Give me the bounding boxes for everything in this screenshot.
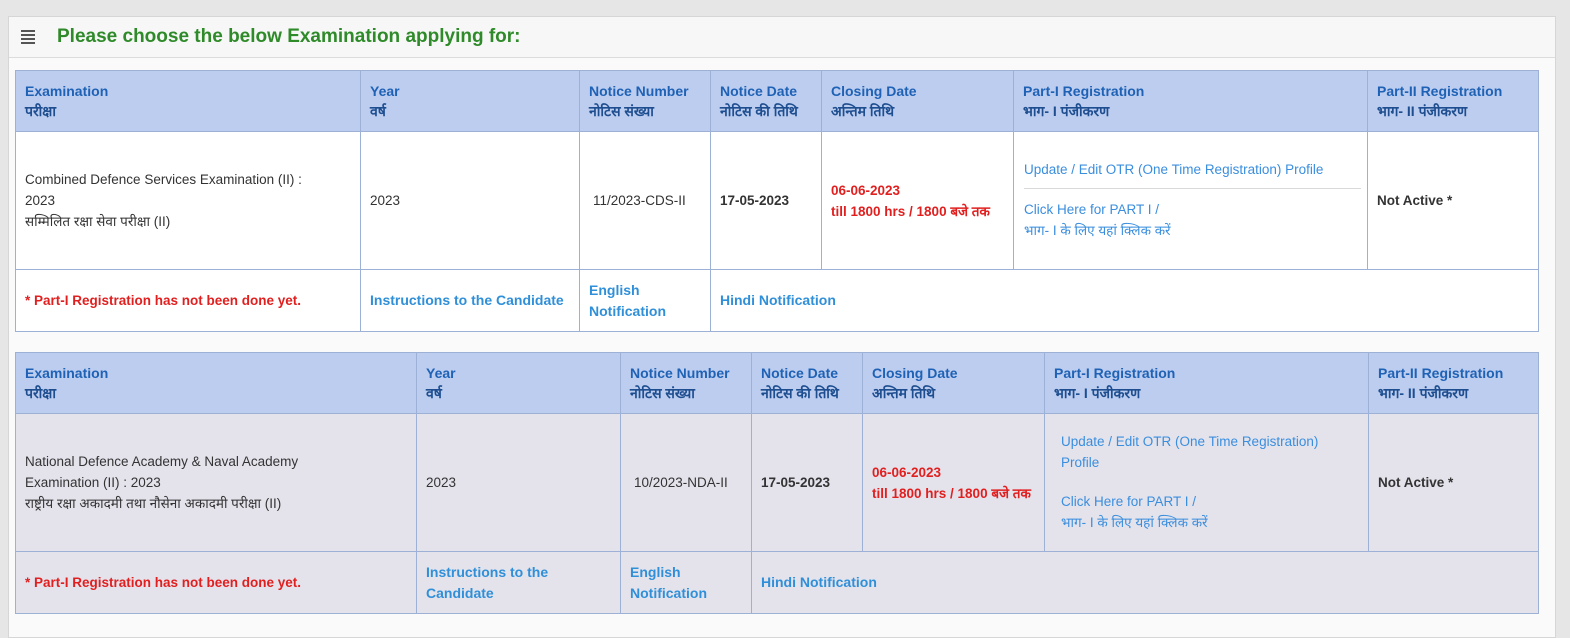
col-notice-date: Notice Date नोटिस की तिथि xyxy=(751,352,863,414)
table-row: National Defence Academy & Naval Academy… xyxy=(15,413,1539,552)
notice-date-cell: 17-05-2023 xyxy=(751,413,863,552)
panel-header: Please choose the below Examination appl… xyxy=(9,17,1555,58)
col-part2-registration: Part-II Registration भाग- II पंजीकरण xyxy=(1367,70,1539,132)
part1-registration-cell: Update / Edit OTR (One Time Registration… xyxy=(1013,131,1368,270)
notice-number-cell: 11/2023-CDS-II xyxy=(579,131,711,270)
part1-click-link-hi[interactable]: भाग- I के लिए यहां क्लिक करें xyxy=(1024,220,1361,241)
update-otr-link[interactable]: Update / Edit OTR (One Time Registration… xyxy=(1061,431,1328,473)
table-header-row: Examination परीक्षा Year वर्ष Notice Numbe… xyxy=(15,70,1539,132)
year-cell: 2023 xyxy=(360,131,580,270)
hindi-notification-cell: Hindi Notification xyxy=(751,551,1539,614)
registration-warning: * Part-I Registration has not been done … xyxy=(15,269,361,332)
instructions-link[interactable]: Instructions to the Candidate xyxy=(370,292,564,308)
english-notification-cell: English Notification xyxy=(579,269,711,332)
col-notice-number: Notice Number नोटिस संख्या xyxy=(620,352,752,414)
exam-name-cell: Combined Defence Services Examination (I… xyxy=(15,131,361,270)
closing-date-cell: 06-06-2023 till 1800 hrs / 1800 बजे तक xyxy=(821,131,1014,270)
part1-click-link[interactable]: Click Here for PART I / xyxy=(1024,199,1361,220)
hindi-notification-cell: Hindi Notification xyxy=(710,269,1539,332)
instructions-link[interactable]: Instructions to the Candidate xyxy=(426,564,548,601)
exam-table-nda: Examination परीक्षा Year वर्ष Notice Numbe… xyxy=(15,352,1539,614)
col-notice-date: Notice Date नोटिस की तिथि xyxy=(710,70,822,132)
col-part2-registration: Part-II Registration भाग- II पंजीकरण xyxy=(1368,352,1539,414)
instructions-cell: Instructions to the Candidate xyxy=(360,269,580,332)
hamburger-menu-icon[interactable] xyxy=(21,30,35,44)
part1-click-link-hi[interactable]: भाग- I के लिए यहां क्लिक करें xyxy=(1061,512,1328,533)
english-notification-cell: English Notification xyxy=(620,551,752,614)
instructions-cell: Instructions to the Candidate xyxy=(416,551,621,614)
table-row: Combined Defence Services Examination (I… xyxy=(15,131,1539,270)
exam-table-cds: Examination परीक्षा Year वर्ष Notice Numbe… xyxy=(15,70,1539,332)
col-examination: Examination परीक्षा xyxy=(15,70,361,132)
table-header-row: Examination परीक्षा Year वर्ष Notice Numbe… xyxy=(15,352,1539,414)
exam-name-cell: National Defence Academy & Naval Academy… xyxy=(15,413,417,552)
divider xyxy=(1024,187,1361,189)
notice-date-cell: 17-05-2023 xyxy=(710,131,822,270)
part1-click-link[interactable]: Click Here for PART I / xyxy=(1061,491,1328,512)
col-closing-date: Closing Date अन्तिम तिथि xyxy=(821,70,1014,132)
col-examination: Examination परीक्षा xyxy=(15,352,417,414)
registration-warning: * Part-I Registration has not been done … xyxy=(15,551,417,614)
col-year: Year वर्ष xyxy=(360,70,580,132)
year-cell: 2023 xyxy=(416,413,621,552)
part2-status-cell: Not Active * xyxy=(1368,413,1539,552)
col-part1-registration: Part-I Registration भाग- I पंजीकरण xyxy=(1013,70,1368,132)
closing-date-cell: 06-06-2023 till 1800 hrs / 1800 बजे तक xyxy=(862,413,1045,552)
table-footer-row: * Part-I Registration has not been done … xyxy=(15,551,1539,614)
hindi-notification-link[interactable]: Hindi Notification xyxy=(720,292,836,308)
part2-status-cell: Not Active * xyxy=(1367,131,1539,270)
update-otr-link[interactable]: Update / Edit OTR (One Time Registration… xyxy=(1024,159,1361,180)
hindi-notification-link[interactable]: Hindi Notification xyxy=(761,574,877,590)
col-notice-number: Notice Number नोटिस संख्या xyxy=(579,70,711,132)
notice-number-cell: 10/2023-NDA-II xyxy=(620,413,752,552)
panel-title: Please choose the below Examination appl… xyxy=(57,26,521,47)
english-notification-link[interactable]: English Notification xyxy=(589,282,666,319)
col-year: Year वर्ष xyxy=(416,352,621,414)
col-part1-registration: Part-I Registration भाग- I पंजीकरण xyxy=(1044,352,1369,414)
english-notification-link[interactable]: English Notification xyxy=(630,564,707,601)
col-closing-date: Closing Date अन्तिम तिथि xyxy=(862,352,1045,414)
part1-registration-cell: Update / Edit OTR (One Time Registration… xyxy=(1044,413,1369,552)
table-footer-row: * Part-I Registration has not been done … xyxy=(15,269,1539,332)
